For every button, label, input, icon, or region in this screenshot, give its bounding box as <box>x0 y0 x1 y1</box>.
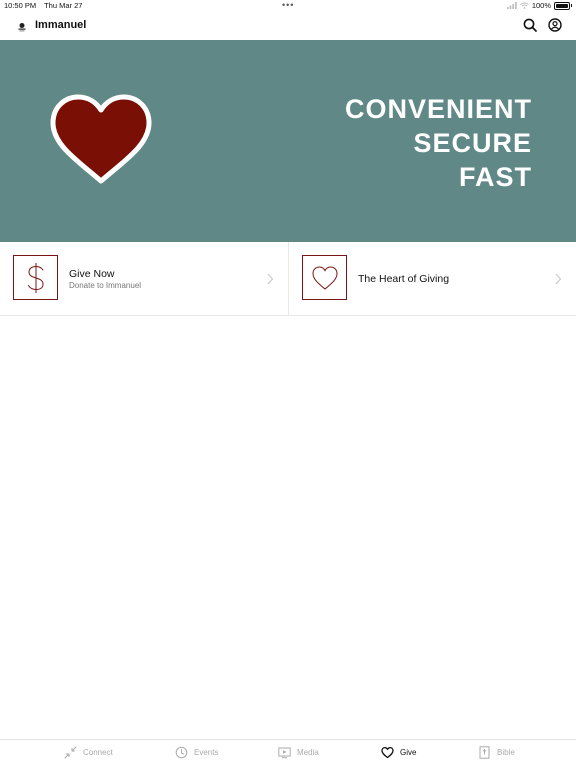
tab-media[interactable]: Media <box>278 746 319 759</box>
search-icon[interactable] <box>523 18 537 32</box>
app-screen: 10:50 PM Thu Mar 27 ••• 100% Immanuel CO… <box>0 0 576 768</box>
tab-media-label: Media <box>297 748 319 757</box>
tab-connect[interactable]: Connect <box>64 746 113 759</box>
app-title: Immanuel <box>35 19 87 31</box>
status-time: 10:50 PM <box>4 1 37 10</box>
tab-give-label: Give <box>400 748 417 757</box>
give-now-subtitle: Donate to Immanuel <box>69 281 142 290</box>
tab-connect-label: Connect <box>83 748 113 757</box>
status-right: 100% <box>506 1 572 10</box>
church-logo-icon <box>18 23 26 32</box>
signal-icon <box>506 2 517 9</box>
hero-line-fast: FAST <box>458 162 532 192</box>
tab-bible-label: Bible <box>497 748 515 757</box>
hero-line-secure: SECURE <box>413 128 532 158</box>
battery-percent: 100% <box>531 1 551 10</box>
bible-icon <box>479 746 490 759</box>
tab-events[interactable]: Events <box>175 746 218 759</box>
tab-bible[interactable]: Bible <box>478 746 515 759</box>
battery-cap <box>571 4 572 7</box>
tab-events-label: Events <box>194 748 219 757</box>
wifi-icon <box>519 2 529 9</box>
connect-icon <box>64 746 77 759</box>
status-bar: 10:50 PM Thu Mar 27 ••• 100% <box>0 0 576 12</box>
give-now-thumbnail <box>13 255 58 300</box>
status-date: Thu Mar 27 <box>44 1 83 10</box>
give-options: Give Now Donate to Immanuel The Heart of… <box>0 242 576 316</box>
multitasking-dots[interactable]: ••• <box>282 0 294 10</box>
status-left: 10:50 PM Thu Mar 27 <box>4 1 88 10</box>
app-header: Immanuel <box>0 12 576 40</box>
heart-icon <box>381 746 394 759</box>
heart-of-giving-title: The Heart of Giving <box>358 273 450 285</box>
battery-icon <box>554 1 570 10</box>
chevron-right-icon <box>555 273 562 285</box>
hero-tagline: CONVENIENT SECURE FAST <box>345 92 532 194</box>
heart-of-giving-thumbnail <box>302 255 347 300</box>
media-icon <box>278 747 291 759</box>
hero-line-convenient: CONVENIENT <box>344 94 532 124</box>
chevron-right-icon <box>267 273 274 285</box>
tab-bar: Connect Events Media Give Bible <box>0 739 576 768</box>
tab-give[interactable]: Give <box>381 746 416 759</box>
heart-outline-icon <box>312 266 337 289</box>
dollar-icon <box>27 262 44 293</box>
clock-icon <box>175 746 188 759</box>
heart-icon <box>50 94 152 184</box>
heart-of-giving-card[interactable]: The Heart of Giving <box>288 242 576 315</box>
account-icon[interactable] <box>548 18 562 32</box>
give-hero-banner: CONVENIENT SECURE FAST <box>0 40 576 242</box>
give-now-card[interactable]: Give Now Donate to Immanuel <box>0 242 288 315</box>
give-now-title: Give Now <box>69 268 115 280</box>
